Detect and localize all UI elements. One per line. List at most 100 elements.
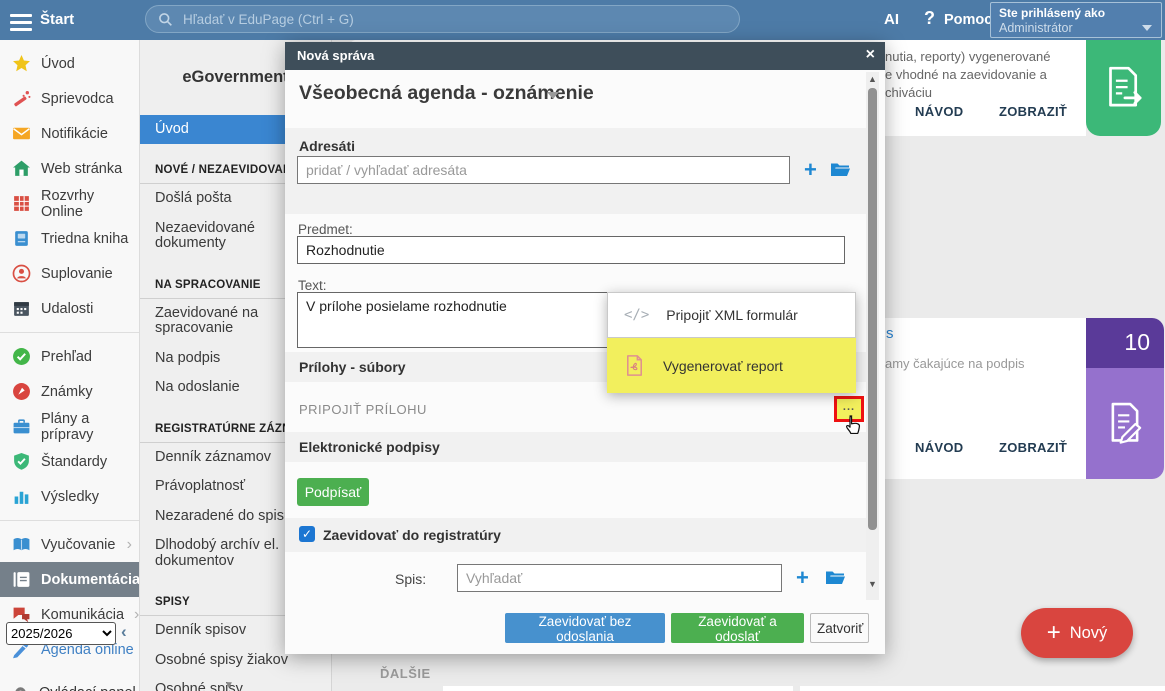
check-circle-icon: [12, 347, 31, 366]
sidebar-item-vysledky[interactable]: Výsledky: [0, 479, 139, 514]
sidebar-collapse-icon[interactable]: ‹: [121, 622, 127, 642]
menu-item-generate-report[interactable]: Vygenerovať report: [607, 338, 856, 393]
briefcase-icon: [12, 417, 31, 436]
scroll-up-icon[interactable]: ▲: [868, 74, 877, 84]
global-search: [145, 5, 740, 33]
school-year-select[interactable]: 2025/2026: [6, 622, 116, 645]
top-header: Štart AI ? Pomoc Ste prihlásený ako Admi…: [0, 0, 1165, 40]
search-icon: [158, 12, 173, 27]
sidebar-item-rozvrhy[interactable]: Rozvrhy Online: [0, 186, 139, 221]
sidebar-divider: [0, 520, 139, 521]
edupage-screen: Štart AI ? Pomoc Ste prihlásený ako Admi…: [0, 0, 1165, 691]
chevron-right-icon: ›: [134, 606, 139, 624]
calendar-icon: [12, 299, 31, 318]
help-button[interactable]: Pomoc: [944, 12, 992, 28]
folder-browse-icon[interactable]: [830, 161, 851, 179]
pripojit-prilohu-label[interactable]: PRIPOJIŤ PRÍLOHU: [299, 402, 427, 417]
sidebar-item-dokumentacia[interactable]: Dokumentácia ›: [0, 562, 139, 597]
card2-title-fragment: s: [886, 325, 894, 342]
document-export-icon: [1097, 61, 1151, 115]
next-row-card-edge: [800, 686, 1165, 691]
ai-button[interactable]: AI: [884, 11, 899, 28]
spis-label: Spis:: [395, 571, 426, 587]
sidebar-item-znamky[interactable]: Známky: [0, 374, 139, 409]
sidebar-item-web-stranka[interactable]: Web stránka: [0, 151, 139, 186]
save-without-send-button[interactable]: Zaevidovať bez odoslania: [505, 613, 665, 643]
bar-chart-icon: [12, 487, 31, 506]
card2-navod-link[interactable]: NÁVOD: [915, 440, 963, 455]
sidebar-item-notifikacie[interactable]: Notifikácie: [0, 116, 139, 151]
chevron-right-icon: ›: [127, 536, 132, 554]
modal-scrollbar-thumb[interactable]: [868, 88, 877, 530]
notebook-icon: [12, 229, 31, 248]
add-spis-icon[interactable]: +: [796, 568, 809, 588]
pdf-icon: [623, 354, 646, 377]
attachment-menu: </> Pripojiť XML formulár Vygenerovať re…: [607, 292, 856, 393]
star-icon: [12, 54, 31, 73]
predmet-input[interactable]: [297, 236, 845, 264]
grid-icon: [12, 194, 31, 213]
xml-code-icon: </>: [624, 307, 649, 323]
user-role-dropdown[interactable]: Ste prihlásený ako Administrátor: [990, 2, 1162, 38]
home-icon: [12, 159, 31, 178]
sidebar-item-uvod[interactable]: Úvod: [0, 46, 139, 81]
attachment-more-button[interactable]: ...: [834, 396, 864, 422]
sidebar-item-triedna-kniha[interactable]: Triedna kniha: [0, 221, 139, 256]
card2-tile[interactable]: 10: [1086, 318, 1164, 479]
user-role-value: Administrátor: [999, 21, 1153, 35]
registratura-checkbox-label: Zaevidovať do registratúry: [323, 527, 501, 543]
person-icon: [12, 264, 31, 283]
spis-input[interactable]: [457, 564, 782, 592]
predmet-label: Predmet:: [298, 222, 353, 237]
plus-icon: +: [1047, 623, 1061, 643]
add-recipient-icon[interactable]: +: [804, 160, 817, 180]
card2-zobrazit-link[interactable]: ZOBRAZIŤ: [999, 440, 1067, 455]
sidebar-item-plany[interactable]: Plány a prípravy: [0, 409, 139, 444]
next-row-card-edge: [443, 686, 793, 691]
sidebar-item-sprievodca[interactable]: Sprievodca: [0, 81, 139, 116]
card1-navod-link[interactable]: NÁVOD: [915, 104, 963, 119]
card2-desc-fragment: amy čakajúce na podpis: [885, 356, 1024, 371]
wand-icon: [12, 89, 31, 108]
envelope-icon: [12, 124, 31, 143]
logged-in-as-label: Ste prihlásený ako: [999, 6, 1153, 20]
sidebar-item-standardy[interactable]: Štandardy: [0, 444, 139, 479]
grades-icon: [12, 382, 31, 401]
adresati-label: Adresáti: [299, 138, 355, 154]
save-and-send-button[interactable]: Zaevidovať a odoslať: [671, 613, 804, 643]
sidebar-item-prehlad[interactable]: Prehľad: [0, 339, 139, 374]
scroll-down-icon[interactable]: ▼: [868, 579, 877, 589]
card1-zobrazit-link[interactable]: ZOBRAZIŤ: [999, 104, 1067, 119]
podpisat-button[interactable]: Podpísať: [297, 478, 369, 506]
main-sidebar: Úvod Sprievodca Notifikácie Web stránka …: [0, 40, 140, 691]
menu-item-xml[interactable]: </> Pripojiť XML formulár: [607, 292, 856, 338]
form-type-dropdown-icon[interactable]: [547, 92, 559, 99]
prilohy-label: Prílohy - súbory: [299, 359, 406, 375]
sidebar-divider: [0, 332, 139, 333]
document-icon: [12, 570, 31, 589]
hamburger-menu-icon[interactable]: [10, 10, 32, 35]
close-button[interactable]: Zatvoriť: [810, 613, 869, 643]
start-button[interactable]: Štart: [40, 11, 74, 28]
modal-close-icon[interactable]: ×: [866, 46, 875, 64]
sidebar-item-vyucovanie[interactable]: Vyučovanie ›: [0, 527, 139, 562]
sidebar-item-suplovanie[interactable]: Suplovanie: [0, 256, 139, 291]
dalsie-label[interactable]: ĎALŠIE: [380, 666, 431, 681]
panel-scroll-hint-icon[interactable]: ▼: [224, 680, 234, 691]
card1-text: nutia, reporty) vygenerované e vhodné na…: [885, 48, 1050, 102]
sidebar-item-udalosti[interactable]: Udalosti: [0, 291, 139, 326]
registratura-checkbox[interactable]: ✓: [299, 526, 315, 542]
card1-tile[interactable]: [1086, 40, 1161, 136]
podpisy-label: Elektronické podpisy: [299, 439, 440, 455]
search-input[interactable]: [181, 11, 727, 28]
help-question-icon[interactable]: ?: [924, 8, 935, 29]
new-button[interactable]: + Nový: [1021, 608, 1133, 658]
chevron-down-icon: [1142, 25, 1152, 31]
book-icon: [12, 535, 31, 554]
sidebar-item-ovladaci-panel[interactable]: Ovládací panel: [12, 684, 136, 691]
folder-browse-icon[interactable]: [825, 569, 846, 587]
adresati-input[interactable]: [297, 156, 790, 184]
egov-item-dlhodoby-archiv[interactable]: Dlhodobý archív el. dokumentov: [140, 531, 291, 576]
egov-item-spisy-zamestnancov[interactable]: Osobné spisy zamestnancov: [140, 675, 331, 691]
count-badge: 10: [1086, 318, 1164, 368]
